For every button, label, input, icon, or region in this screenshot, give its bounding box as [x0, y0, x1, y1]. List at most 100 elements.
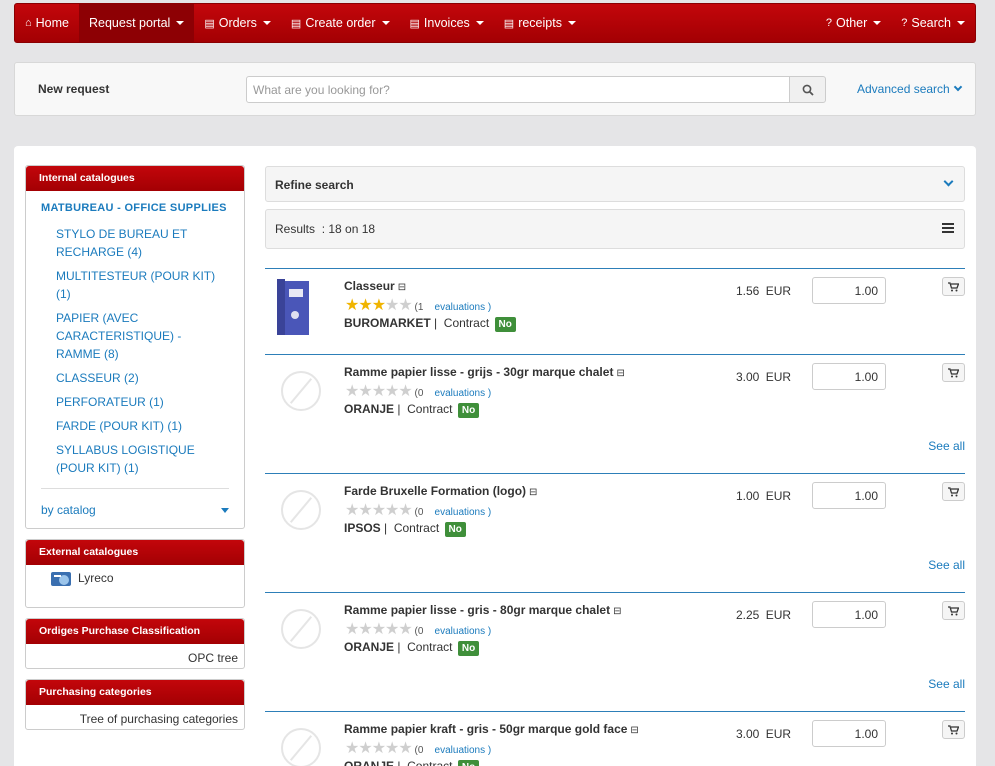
category-link[interactable]: PAPIER (AVEC CARACTERISTIQUE) - RAMME (8…: [56, 309, 216, 363]
star-icon: ★: [345, 621, 359, 638]
star-icon: ★: [371, 740, 386, 757]
nav-home[interactable]: ⌂ Home: [15, 4, 79, 42]
star-icon: ★: [345, 383, 359, 400]
inbox-icon: ⊟: [397, 282, 407, 293]
seller-name: IPSOS: [344, 521, 381, 535]
product-image[interactable]: [273, 277, 317, 337]
no-image-icon: [273, 720, 321, 766]
purchasing-tree-link[interactable]: Tree of purchasing categories: [80, 712, 238, 726]
cart-icon: [948, 367, 959, 377]
rating-stars: ★★★★★ (0 evaluations ): [345, 740, 492, 757]
seller-name: ORANJE: [344, 402, 395, 416]
star-icon: ★: [398, 383, 412, 400]
caret-down-icon: [567, 21, 576, 25]
see-all-link[interactable]: See all: [928, 677, 965, 691]
seller-name: ORANJE: [344, 640, 395, 654]
by-catalog-dropdown[interactable]: by catalog: [41, 503, 96, 517]
star-icon: ★: [385, 740, 399, 757]
caret-down-icon: [176, 21, 185, 25]
add-to-cart-button[interactable]: [942, 363, 965, 382]
contract-badge: No: [494, 317, 516, 332]
star-icon: ★: [345, 740, 359, 757]
add-to-cart-button[interactable]: [942, 277, 965, 296]
product-name-link[interactable]: Ramme papier lisse - grijs - 30gr marque…: [344, 365, 625, 379]
no-image-icon: [273, 482, 321, 542]
chevron-down-icon: [943, 176, 954, 187]
product-name-link[interactable]: Classeur ⊟: [344, 279, 406, 293]
book-icon: ▤: [409, 17, 420, 30]
product-name-link[interactable]: Ramme papier lisse - gris - 80gr marque …: [344, 603, 622, 617]
nav-receipts[interactable]: ▤ receipts: [494, 4, 586, 42]
search-bar: New request Advanced search: [14, 62, 976, 116]
seller-info: ORANJE | Contract No: [344, 402, 480, 418]
nav-orders[interactable]: ▤ Orders: [194, 4, 281, 42]
category-link[interactable]: STYLO DE BUREAU ET RECHARGE (4): [56, 225, 216, 261]
nav-create-order[interactable]: ▤ Create order: [281, 4, 400, 42]
nav-other[interactable]: ? Other: [816, 4, 891, 42]
star-icon: ★: [398, 621, 412, 638]
opc-tree-link[interactable]: OPC tree: [188, 651, 238, 665]
inbox-icon: ⊟: [529, 487, 538, 498]
search-input[interactable]: [246, 76, 790, 103]
evaluations-link[interactable]: evaluations ): [435, 302, 492, 313]
see-all-link[interactable]: See all: [928, 558, 965, 572]
category-link[interactable]: CLASSEUR (2): [56, 369, 216, 387]
rating-stars: ★★★★★ (0 evaluations ): [345, 383, 492, 400]
seller-name: BUROMARKET: [344, 316, 431, 330]
quantity-input[interactable]: [812, 482, 886, 509]
refine-search-bar[interactable]: Refine search: [265, 166, 965, 202]
lyreco-link[interactable]: Lyreco: [78, 571, 114, 585]
star-icon: ★: [345, 502, 359, 519]
evaluations-link[interactable]: evaluations ): [435, 745, 492, 756]
caret-down-icon: [873, 21, 882, 25]
star-icon: ★: [398, 502, 412, 519]
evaluations-link[interactable]: evaluations ): [435, 507, 492, 518]
star-icon: ★: [358, 621, 372, 638]
quantity-input[interactable]: [812, 277, 886, 304]
catalog-name-link[interactable]: MATBUREAU - OFFICE SUPPLIES: [41, 202, 227, 214]
seller-info: IPSOS | Contract No: [344, 521, 466, 537]
caret-down-icon: [957, 21, 965, 25]
lyreco-logo-icon: [51, 570, 73, 588]
category-link[interactable]: PERFORATEUR (1): [56, 393, 216, 411]
new-request-label: New request: [38, 82, 110, 96]
results-count: Results : 18 on 18: [275, 222, 376, 236]
see-all-link[interactable]: See all: [928, 439, 965, 453]
seller-name: ORANJE: [344, 759, 395, 766]
add-to-cart-button[interactable]: [942, 482, 965, 501]
caret-down-icon: [262, 21, 271, 25]
list-view-icon[interactable]: [942, 223, 954, 235]
add-to-cart-button[interactable]: [942, 720, 965, 739]
results-bar: Results : 18 on 18: [265, 209, 965, 249]
quantity-input[interactable]: [812, 363, 886, 390]
quantity-input[interactable]: [812, 720, 886, 747]
internal-catalogues-panel: Internal catalogues MATBUREAU - OFFICE S…: [25, 165, 245, 529]
nav-request-portal[interactable]: Request portal: [79, 4, 195, 42]
star-icon: ★: [371, 297, 386, 314]
advanced-search-link[interactable]: Advanced search: [857, 82, 962, 96]
top-navigation: ⌂ Home Request portal ▤ Orders ▤ Create ord…: [14, 3, 976, 43]
product-name-link[interactable]: Ramme papier kraft - gris - 50gr marque …: [344, 722, 639, 736]
inbox-icon: ⊟: [630, 725, 639, 736]
book-icon: ▤: [503, 17, 515, 30]
cart-icon: [948, 486, 959, 496]
product-name-link[interactable]: Farde Bruxelle Formation (logo) ⊟: [344, 484, 537, 498]
nav-invoices[interactable]: ▤ Invoices: [400, 4, 494, 42]
search-button[interactable]: [789, 76, 826, 103]
evaluations-link[interactable]: evaluations ): [435, 388, 492, 399]
category-link[interactable]: MULTITESTEUR (POUR KIT) (1): [56, 267, 216, 303]
category-link[interactable]: SYLLABUS LOGISTIQUE (POUR KIT) (1): [56, 441, 216, 477]
nav-search[interactable]: ? Search: [891, 4, 975, 42]
add-to-cart-button[interactable]: [942, 601, 965, 620]
price: 1.00 EUR: [736, 489, 792, 503]
contract-badge: No: [457, 641, 480, 656]
quantity-input[interactable]: [812, 601, 886, 628]
star-icon: ★: [385, 383, 399, 400]
price: 3.00 EUR: [736, 727, 792, 741]
category-link[interactable]: FARDE (POUR KIT) (1): [56, 417, 216, 435]
star-icon: ★: [371, 383, 386, 400]
panel-header: Purchasing categories: [26, 680, 244, 705]
evaluations-link[interactable]: evaluations ): [435, 626, 492, 637]
price: 1.56 EUR: [736, 284, 792, 298]
price: 2.25 EUR: [736, 608, 792, 622]
